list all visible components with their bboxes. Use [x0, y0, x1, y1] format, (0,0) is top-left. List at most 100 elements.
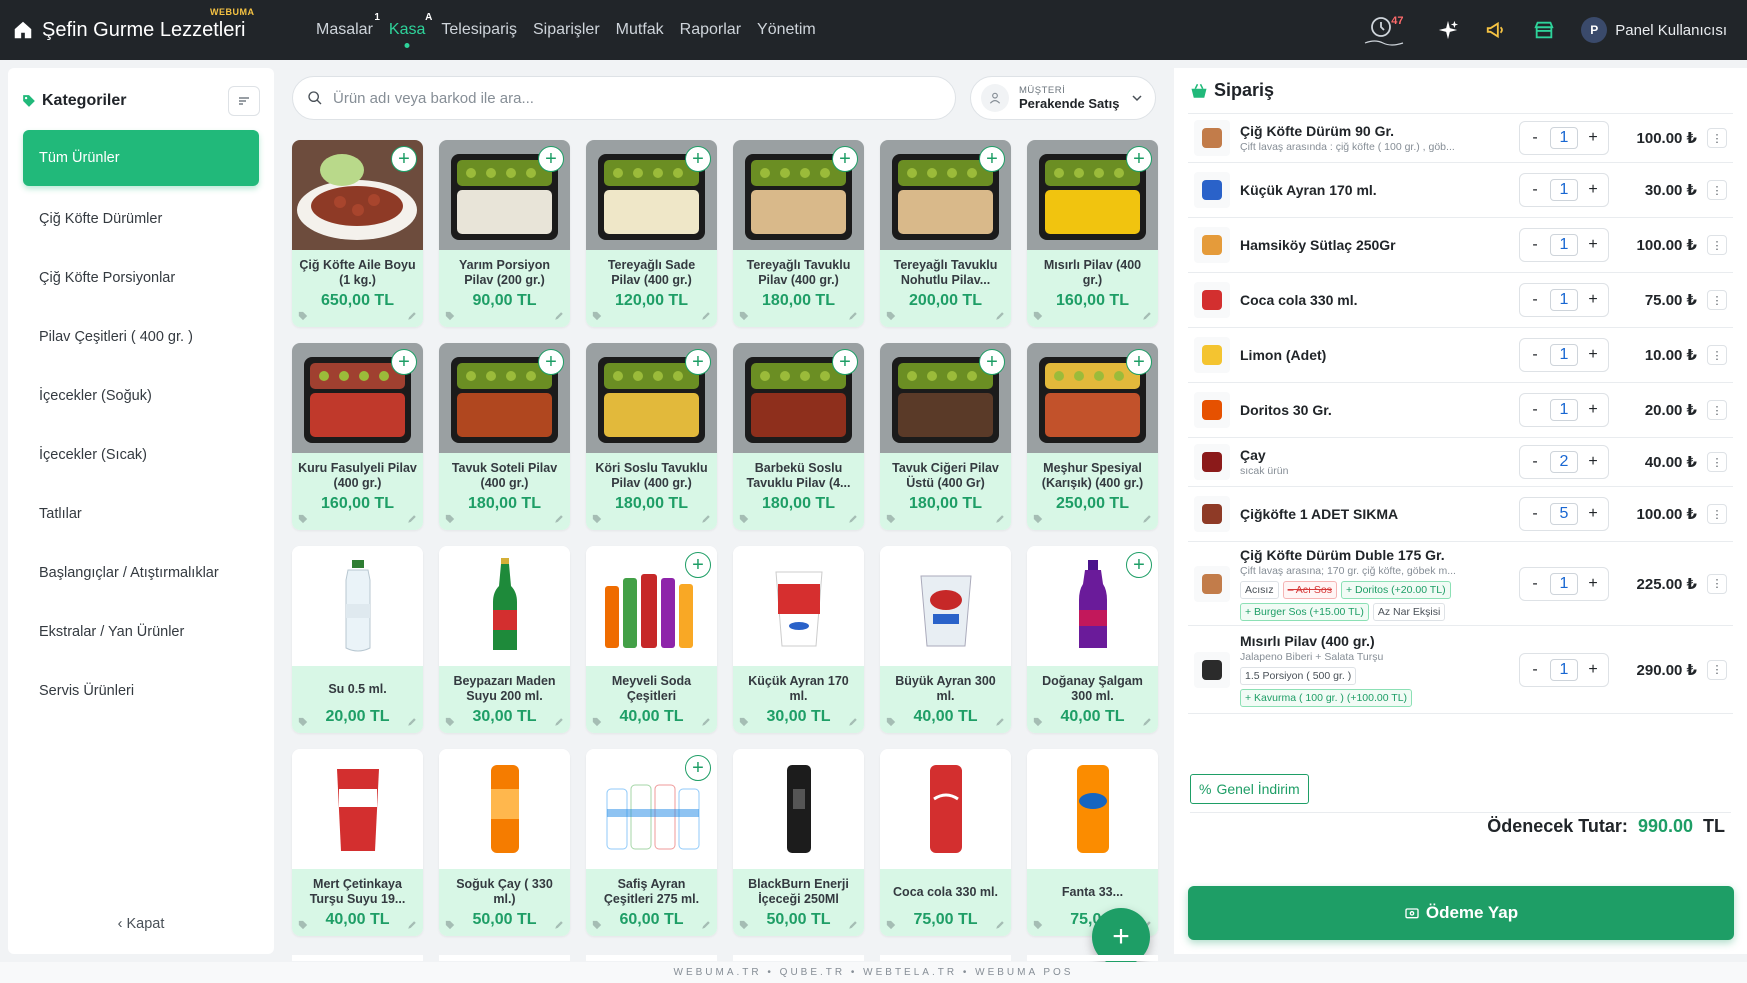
add-to-order-button[interactable]: +	[538, 146, 564, 172]
pencil-icon[interactable]	[407, 717, 417, 727]
add-to-order-button[interactable]: +	[979, 349, 1005, 375]
search-input[interactable]	[333, 89, 893, 107]
add-to-order-button[interactable]: +	[1126, 552, 1152, 578]
add-to-order-button[interactable]: +	[1126, 349, 1152, 375]
increase-button[interactable]: +	[1578, 129, 1608, 147]
category-item[interactable]: Tatlılar	[23, 484, 259, 543]
add-to-order-button[interactable]: +	[685, 146, 711, 172]
general-discount-button[interactable]: % Genel İndirim	[1190, 774, 1309, 804]
pencil-icon[interactable]	[554, 920, 564, 930]
decrease-button[interactable]: -	[1520, 661, 1550, 679]
product-card[interactable]: + Kuru Fasulyeli Pilav (400 gr.) 160,00 TL	[292, 343, 423, 530]
pencil-icon[interactable]	[407, 311, 417, 321]
pencil-icon[interactable]	[995, 920, 1005, 930]
quantity-value[interactable]: 1	[1550, 399, 1578, 421]
quantity-value[interactable]: 2	[1550, 451, 1578, 473]
store-icon[interactable]	[1533, 19, 1555, 41]
product-card[interactable]: Büyük Ayran 300 ml. 40,00 TL	[880, 546, 1011, 733]
close-sidebar-button[interactable]: ‹ Kapat	[8, 916, 274, 932]
pencil-icon[interactable]	[995, 311, 1005, 321]
pencil-icon[interactable]	[1142, 717, 1152, 727]
product-card[interactable]: Coca cola 330 ml. 75,00 TL	[880, 749, 1011, 936]
pencil-icon[interactable]	[554, 514, 564, 524]
pencil-icon[interactable]	[995, 717, 1005, 727]
more-options-icon[interactable]: ⋮	[1707, 400, 1727, 420]
category-item[interactable]: İçecekler (Soğuk)	[23, 366, 259, 425]
product-card[interactable]: + Tereyağlı Tavuklu Pilav (400 gr.) 180,00…	[733, 140, 864, 327]
pencil-icon[interactable]	[848, 717, 858, 727]
increase-button[interactable]: +	[1578, 505, 1608, 523]
product-card[interactable]: + Meyveli Soda Çeşitleri 40,00 TL	[586, 546, 717, 733]
more-options-icon[interactable]: ⋮	[1707, 290, 1727, 310]
product-card[interactable]: Mert Çetinkaya Turşu Suyu 19... 40,00 TL	[292, 749, 423, 936]
decrease-button[interactable]: -	[1520, 453, 1550, 471]
nav-mutfak[interactable]: Mutfak	[616, 15, 664, 45]
nav-telesiparis[interactable]: Telesipariş	[441, 15, 517, 45]
decrease-button[interactable]: -	[1520, 291, 1550, 309]
category-all[interactable]: Tüm Ürünler	[23, 130, 259, 186]
product-card[interactable]: + Çiğ Köfte Aile Boyu (1 kg.) 650,00 TL	[292, 140, 423, 327]
pencil-icon[interactable]	[848, 311, 858, 321]
nav-raporlar[interactable]: Raporlar	[680, 15, 741, 45]
nav-siparisler[interactable]: Siparişler	[533, 15, 600, 45]
category-item[interactable]: Pilav Çeşitleri ( 400 gr. )	[23, 307, 259, 366]
quantity-value[interactable]: 1	[1550, 127, 1578, 149]
user-menu[interactable]: P Panel Kullanıcısı	[1581, 17, 1727, 43]
pencil-icon[interactable]	[701, 311, 711, 321]
product-card[interactable]: + Safiş Ayran Çeşitleri 275 ml. 60,00 TL	[586, 749, 717, 936]
pencil-icon[interactable]	[1142, 311, 1152, 321]
product-card[interactable]: Su 0.5 ml. 20,00 TL	[292, 546, 423, 733]
sort-button[interactable]	[228, 86, 260, 116]
decrease-button[interactable]: -	[1520, 236, 1550, 254]
product-card[interactable]: + Tereyağlı Tavuklu Nohutlu Pilav... 200,0…	[880, 140, 1011, 327]
add-to-order-button[interactable]: +	[1126, 146, 1152, 172]
product-card[interactable]: + Tavuk Ciğeri Pilav Üstü (400 Gr) 180,00 …	[880, 343, 1011, 530]
product-card[interactable]: + Köri Soslu Tavuklu Pilav (400 gr.) 180,0…	[586, 343, 717, 530]
more-options-icon[interactable]: ⋮	[1707, 180, 1727, 200]
product-card[interactable]: + Tereyağlı Sade Pilav (400 gr.) 120,00 TL	[586, 140, 717, 327]
add-to-order-button[interactable]: +	[832, 146, 858, 172]
more-options-icon[interactable]: ⋮	[1707, 573, 1727, 594]
add-to-order-button[interactable]: +	[832, 349, 858, 375]
pencil-icon[interactable]	[407, 514, 417, 524]
product-card[interactable]: + Mısırlı Pilav (400 gr.) 160,00 TL	[1027, 140, 1158, 327]
product-card[interactable]: + Tavuk Soteli Pilav (400 gr.) 180,00 TL	[439, 343, 570, 530]
increase-button[interactable]: +	[1578, 575, 1608, 593]
product-card[interactable]: + Doğanay Şalgam 300 ml. 40,00 TL	[1027, 546, 1158, 733]
nav-kasa[interactable]: Kasa A	[389, 12, 432, 48]
pencil-icon[interactable]	[848, 514, 858, 524]
decrease-button[interactable]: -	[1520, 129, 1550, 147]
pending-timer[interactable]: 47	[1363, 13, 1411, 47]
more-options-icon[interactable]: ⋮	[1707, 128, 1727, 148]
quantity-value[interactable]: 1	[1550, 572, 1578, 595]
more-options-icon[interactable]: ⋮	[1707, 345, 1727, 365]
increase-button[interactable]: +	[1578, 453, 1608, 471]
decrease-button[interactable]: -	[1520, 181, 1550, 199]
add-to-order-button[interactable]: +	[685, 552, 711, 578]
quantity-value[interactable]: 1	[1550, 658, 1578, 681]
brand[interactable]: Şefin Gurme Lezzetleri WEBUMA	[0, 7, 316, 42]
add-to-order-button[interactable]: +	[538, 349, 564, 375]
increase-button[interactable]: +	[1578, 181, 1608, 199]
pencil-icon[interactable]	[701, 717, 711, 727]
pencil-icon[interactable]	[848, 920, 858, 930]
more-options-icon[interactable]: ⋮	[1707, 504, 1727, 524]
more-options-icon[interactable]: ⋮	[1707, 659, 1727, 680]
category-item[interactable]: Ekstralar / Yan Ürünler	[23, 602, 259, 661]
sparkle-icon[interactable]	[1437, 19, 1459, 41]
increase-button[interactable]: +	[1578, 346, 1608, 364]
quantity-value[interactable]: 1	[1550, 344, 1578, 366]
product-card[interactable]: + Yarım Porsiyon Pilav (200 gr.) 90,00 TL	[439, 140, 570, 327]
category-item[interactable]: Çiğ Köfte Porsiyonlar	[23, 248, 259, 307]
pencil-icon[interactable]	[554, 311, 564, 321]
add-to-order-button[interactable]: +	[391, 146, 417, 172]
pencil-icon[interactable]	[995, 514, 1005, 524]
add-to-order-button[interactable]: +	[979, 146, 1005, 172]
category-item[interactable]: İçecekler (Sıcak)	[23, 425, 259, 484]
decrease-button[interactable]: -	[1520, 401, 1550, 419]
decrease-button[interactable]: -	[1520, 505, 1550, 523]
pencil-icon[interactable]	[554, 717, 564, 727]
increase-button[interactable]: +	[1578, 291, 1608, 309]
product-card[interactable]: + Barbekü Soslu Tavuklu Pilav (4... 180,00…	[733, 343, 864, 530]
pencil-icon[interactable]	[701, 920, 711, 930]
